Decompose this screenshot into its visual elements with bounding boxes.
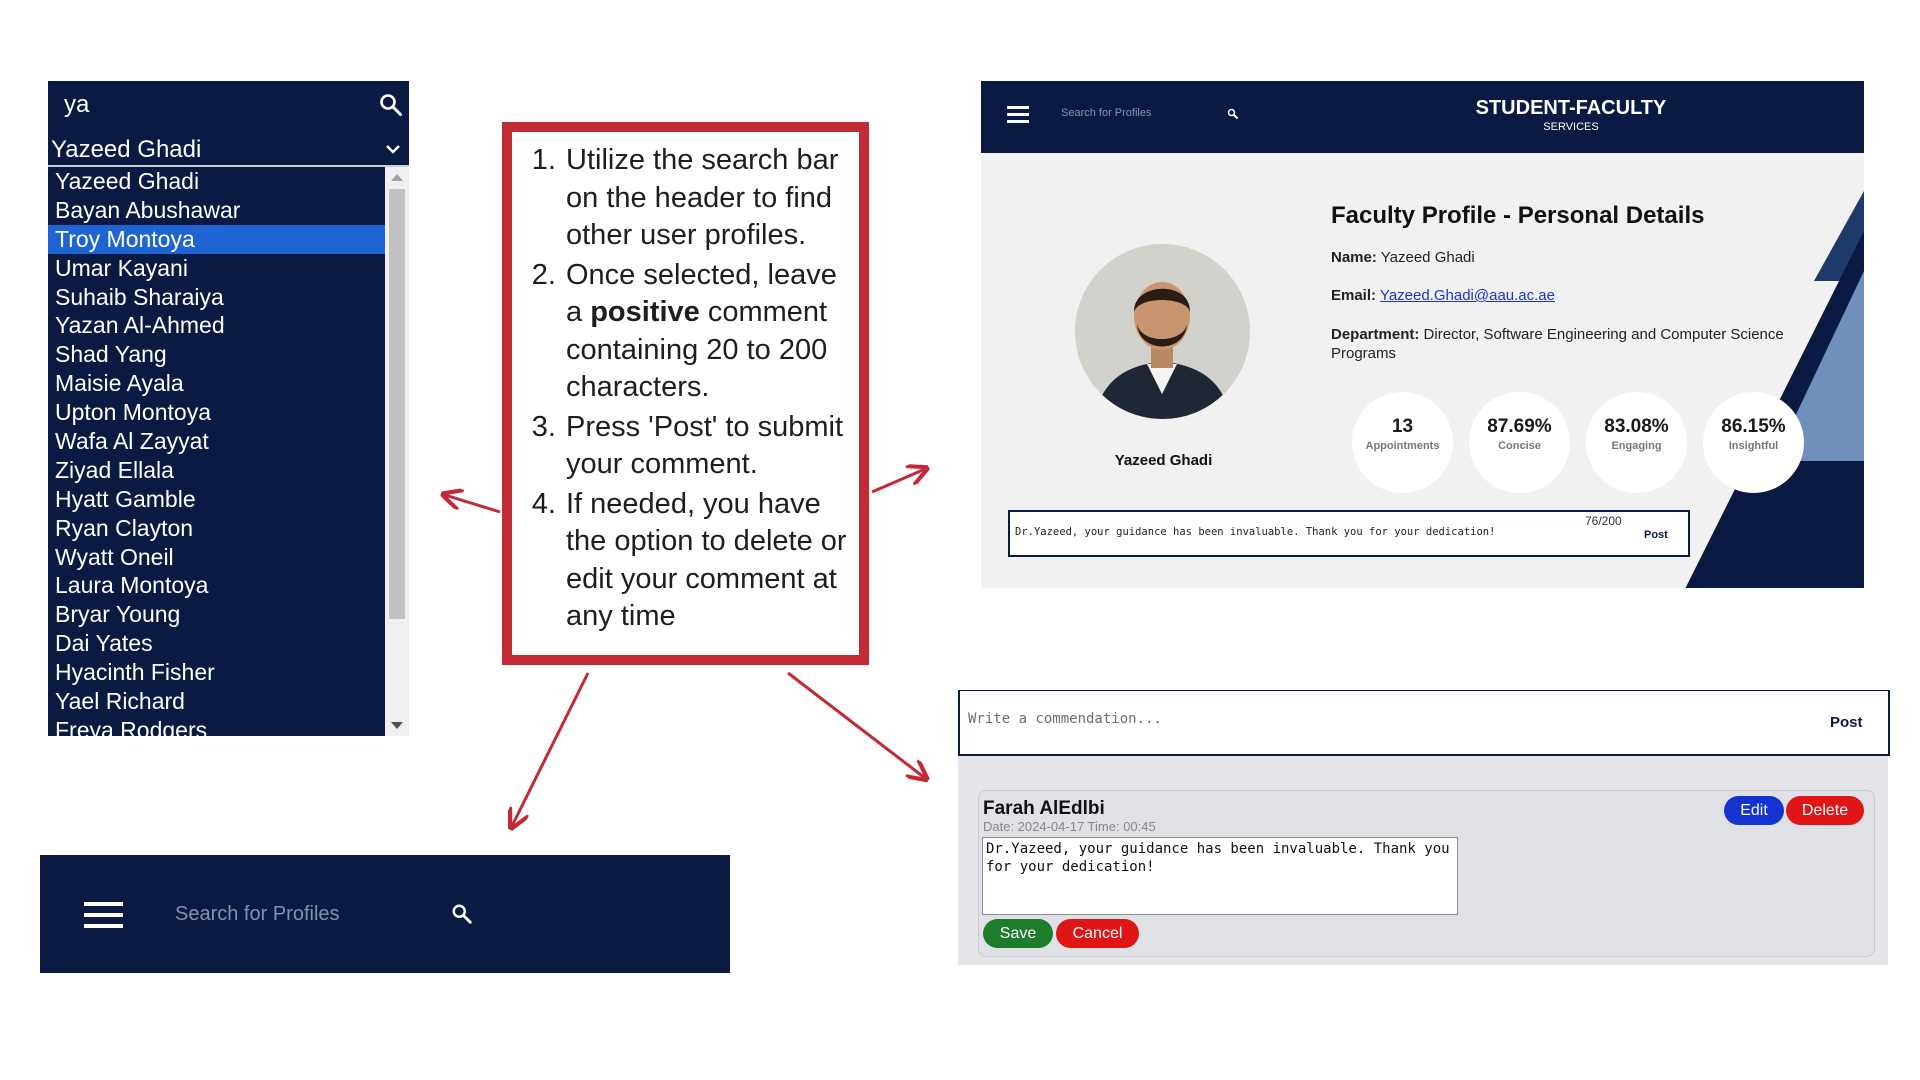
email-label: Email:	[1331, 287, 1377, 304]
comment-input[interactable]: Dr.Yazeed, your guidance has been invalu…	[1015, 526, 1495, 538]
arrow-icon	[445, 495, 501, 514]
cancel-button[interactable]: Cancel	[1056, 919, 1139, 948]
commendation-input[interactable]: Write a commendation...	[968, 711, 1162, 727]
page-title: Faculty Profile - Personal Details	[1331, 202, 1705, 229]
name-value: Yazeed Ghadi	[1380, 249, 1475, 266]
email-link[interactable]: Yazeed.Ghadi@aau.ac.ae	[1380, 287, 1555, 304]
search-icon[interactable]	[1227, 108, 1239, 120]
hamburger-menu-icon[interactable]	[84, 902, 123, 930]
person-avatar-image	[1075, 244, 1250, 419]
stat-value: 87.69%	[1487, 416, 1552, 437]
character-counter: 76/200	[1585, 514, 1622, 528]
commendation-input-box[interactable]: Write a commendation... Post	[958, 690, 1890, 756]
comment-date: Date: 2024-04-17 Time: 00:45	[983, 819, 1156, 834]
comment-management-panel: Write a commendation... Post Farah AlEdl…	[958, 690, 1890, 965]
stat-label: Engaging	[1611, 440, 1662, 452]
avatar	[1075, 244, 1250, 419]
stat-label: Insightful	[1728, 440, 1779, 452]
post-button[interactable]: Post	[1830, 714, 1863, 731]
delete-button[interactable]: Delete	[1786, 796, 1864, 825]
arrow-icon	[787, 671, 925, 778]
arrow-icon	[871, 469, 925, 494]
stat-concise: 87.69% Concise	[1469, 392, 1570, 493]
comment-input-box[interactable]: Dr.Yazeed, your guidance has been invalu…	[1008, 510, 1690, 557]
search-input[interactable]: Search for Profiles	[175, 903, 340, 926]
name-label: Name:	[1331, 249, 1377, 266]
stat-value: 13	[1391, 416, 1414, 437]
name-field: Name: Yazeed Ghadi	[1331, 249, 1475, 266]
brand-subtitle: SERVICES	[1543, 121, 1599, 133]
comment-author: Farah AlEdlbi	[983, 798, 1105, 819]
save-button[interactable]: Save	[983, 919, 1053, 948]
department-field: Department: Director, Software Engineeri…	[1331, 325, 1851, 363]
stat-label: Appointments	[1365, 440, 1440, 452]
header-search-input[interactable]: Search for Profiles	[1061, 107, 1151, 119]
avatar-name: Yazeed Ghadi	[1114, 452, 1213, 469]
stat-value: 83.08%	[1604, 416, 1669, 437]
stat-value: 86.15%	[1721, 416, 1786, 437]
department-label: Department:	[1331, 326, 1420, 343]
hamburger-menu-icon[interactable]	[1007, 106, 1029, 123]
comment-card: Farah AlEdlbi Date: 2024-04-17 Time: 00:…	[978, 790, 1875, 957]
header-zoom-panel: Search for Profiles	[40, 855, 730, 973]
stat-insightful: 86.15% Insightful	[1703, 392, 1804, 493]
arrow-icon	[512, 672, 590, 826]
edit-button[interactable]: Edit	[1724, 796, 1784, 825]
email-field: Email: Yazeed.Ghadi@aau.ac.ae	[1331, 287, 1555, 304]
search-icon[interactable]	[451, 903, 473, 925]
app-header: Search for Profiles STUDENT-FACULTY SERV…	[981, 81, 1864, 153]
stat-appointments: 13 Appointments	[1352, 392, 1453, 493]
faculty-profile-screenshot: Search for Profiles STUDENT-FACULTY SERV…	[981, 81, 1864, 588]
post-button[interactable]: Post	[1644, 529, 1668, 541]
stat-label: Concise	[1498, 440, 1541, 452]
brand-title: STUDENT-FACULTY	[1475, 97, 1667, 119]
stat-engaging: 83.08% Engaging	[1586, 392, 1687, 493]
comment-edit-textarea[interactable]: Dr.Yazeed, your guidance has been invalu…	[982, 837, 1458, 915]
